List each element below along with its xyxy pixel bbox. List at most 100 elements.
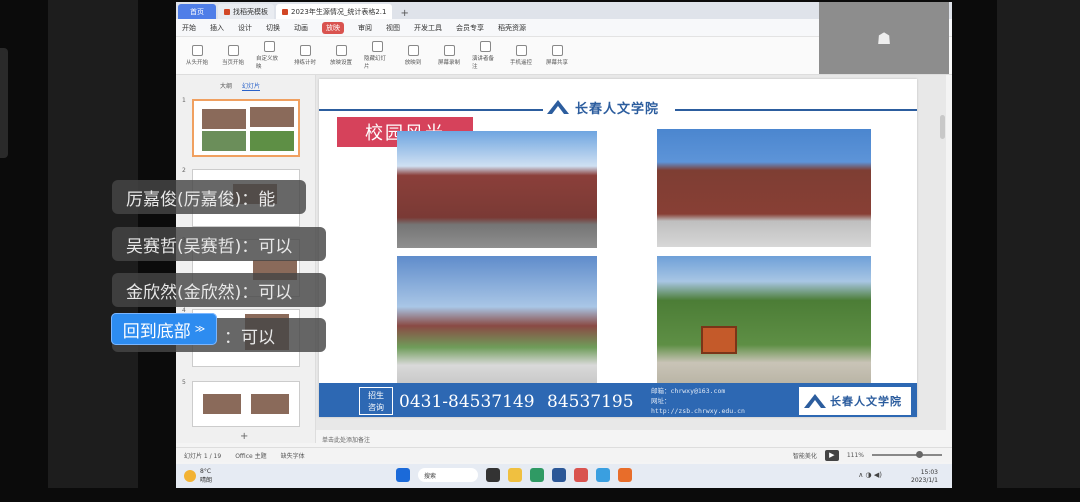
beautify-button[interactable]: 智能美化 — [793, 451, 817, 460]
timer-icon — [299, 45, 311, 56]
hide-slide-button[interactable]: 隐藏幻灯片 — [364, 41, 390, 70]
school-emblem-icon — [804, 394, 826, 408]
menu-insert[interactable]: 插入 — [210, 23, 224, 33]
add-slide-button[interactable]: + — [240, 431, 248, 442]
thumb-pane-tabs: 大纲 幻灯片 — [176, 75, 315, 91]
current-slide[interactable]: 长春人文学院 校园风光 招生 咨询 0431-84537149 84537195… — [319, 79, 917, 417]
menu-docer[interactable]: 稻壳资源 — [498, 23, 526, 33]
tab-home[interactable]: 首页 — [178, 4, 216, 19]
ppt-icon — [282, 8, 288, 15]
task-view-icon[interactable] — [486, 468, 500, 482]
windows-start-icon[interactable] — [396, 468, 410, 482]
campus-photo-garden — [657, 256, 871, 383]
menu-member[interactable]: 会员专享 — [456, 23, 484, 33]
menu-design[interactable]: 设计 — [238, 23, 252, 33]
menu-view[interactable]: 视图 — [386, 23, 400, 33]
chat-app-icon[interactable] — [596, 468, 610, 482]
chat-message: 金欣然(金欣然)：可以 — [112, 273, 326, 307]
footer-logo: 长春人文学院 — [799, 387, 911, 415]
user-silhouette-icon: ☗ — [876, 28, 892, 48]
menu-slideshow[interactable]: 放映 — [322, 21, 344, 34]
school-emblem-icon — [547, 100, 569, 114]
notes-placeholder[interactable]: 单击此处添加备注 — [316, 432, 952, 446]
website-url: http://zsb.chrwxy.edu.cn — [651, 407, 745, 415]
ribbon-label: 屏幕录制 — [437, 60, 460, 66]
system-tray-icon[interactable]: ∧ ◑ ◀) — [858, 471, 882, 479]
ribbon-label: 自定义放映 — [256, 56, 279, 70]
slide-thumbnail[interactable] — [192, 99, 300, 157]
tab-document[interactable]: 2023年生源情况_统计表格2.1 — [276, 4, 393, 19]
ribbon-label: 放映设置 — [329, 60, 352, 66]
clock-time: 15:03 — [920, 469, 938, 476]
ribbon-label: 屏幕共享 — [545, 60, 568, 66]
slide-thumbnail[interactable] — [192, 381, 300, 427]
back-to-bottom-button[interactable]: 回到底部 ≫ — [111, 313, 217, 345]
ribbon-label: 从头开始 — [185, 60, 208, 66]
file-explorer-icon[interactable] — [508, 468, 522, 482]
wps-app-icon[interactable] — [574, 468, 588, 482]
hide-icon — [371, 41, 383, 52]
slide-counter: 幻灯片 1 / 19 — [184, 452, 222, 460]
ribbon-label: 演讲者备注 — [472, 56, 495, 70]
menu-home[interactable]: 开始 — [182, 23, 196, 33]
edge-browser-icon[interactable] — [530, 468, 544, 482]
tab-templates[interactable]: 找稻壳模板 — [218, 4, 274, 19]
store-icon[interactable] — [552, 468, 566, 482]
weather-temp: 8°C — [200, 468, 212, 475]
ribbon-label: 手机遥控 — [509, 60, 532, 66]
wps-icon — [224, 8, 230, 15]
ribbon-label: 隐藏幻灯片 — [364, 56, 387, 70]
thumb-number: 1 — [182, 97, 186, 104]
show-settings-button[interactable]: 放映设置 — [328, 45, 354, 66]
custom-show-button[interactable]: 自定义放映 — [256, 41, 282, 70]
theme-name: Office 主题 — [235, 452, 267, 460]
menu-transitions[interactable]: 切换 — [266, 23, 280, 33]
ribbon-label: 排练计时 — [293, 60, 316, 66]
zoom-slider[interactable] — [872, 451, 942, 458]
play-icon — [227, 45, 239, 56]
side-drawer-handle[interactable] — [0, 48, 8, 158]
show-to-button[interactable]: 放映到 — [400, 45, 426, 66]
school-name: 长春人文学院 — [575, 101, 660, 117]
taskbar-apps: 搜索 — [396, 468, 632, 482]
email-line: 邮箱：chrwxy@163.com — [651, 387, 726, 395]
campus-photo-gate — [397, 131, 597, 248]
recorder-app-icon[interactable] — [618, 468, 632, 482]
zoom-level: 111% — [846, 451, 864, 459]
start-from-beginning-button[interactable]: 从头开始 — [184, 45, 210, 66]
missing-fonts[interactable]: 缺失字体 — [281, 451, 305, 460]
start-current-button[interactable]: 当页开始 — [220, 45, 246, 66]
new-tab-icon[interactable]: + — [394, 8, 414, 19]
tab-slides[interactable]: 幻灯片 — [242, 81, 261, 91]
right-video-panel — [997, 0, 1080, 488]
chat-message: 吴赛哲(吴赛哲)：可以 — [112, 227, 326, 261]
taskbar-search[interactable]: 搜索 — [418, 468, 478, 482]
phone-number-2: 84537195 — [547, 392, 634, 412]
phone-remote-button[interactable]: 手机遥控 — [508, 45, 534, 66]
tab-outline[interactable]: 大纲 — [220, 81, 232, 91]
presenter-notes-button[interactable]: 演讲者备注 — [472, 41, 498, 70]
zoom-knob[interactable] — [916, 451, 923, 458]
back-to-bottom-label: 回到底部 — [122, 321, 191, 342]
vertical-scrollbar[interactable] — [940, 115, 945, 139]
menu-developer[interactable]: 开发工具 — [414, 23, 442, 33]
campus-photo-building — [657, 129, 871, 247]
status-controls: 智能美化 ▶ 111% — [793, 449, 952, 461]
play-icon — [191, 45, 203, 56]
rehearse-timing-button[interactable]: 排练计时 — [292, 45, 318, 66]
screen-record-button[interactable]: 屏幕录制 — [436, 45, 462, 66]
campus-photo-square — [397, 256, 597, 383]
sun-icon — [184, 470, 196, 482]
play-slideshow-icon[interactable]: ▶ — [824, 449, 839, 461]
consult-label: 招生 咨询 — [359, 387, 393, 415]
camera-tile[interactable]: ☗ — [819, 2, 949, 74]
screen-share-button[interactable]: 屏幕共享 — [544, 45, 570, 66]
thumb-number: 2 — [182, 167, 186, 174]
weather-desc: 晴朗 — [200, 477, 213, 484]
weather-widget[interactable]: 8°C 晴朗 — [184, 468, 212, 484]
menu-review[interactable]: 审阅 — [358, 23, 372, 33]
menu-animation[interactable]: 动画 — [294, 23, 308, 33]
footer-school-name: 长春人文学院 — [830, 395, 902, 408]
thumb-number: 5 — [182, 379, 186, 386]
taskbar-clock[interactable]: 15:03 2023/1/1 — [911, 469, 938, 485]
